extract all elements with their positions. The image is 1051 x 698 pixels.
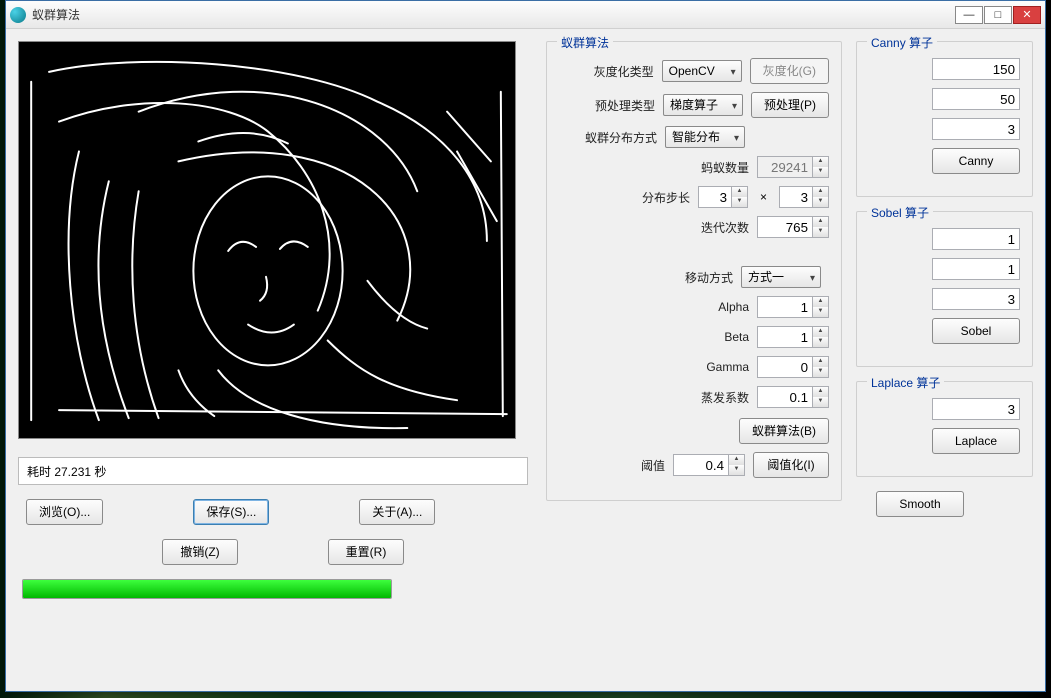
alpha-input[interactable]	[757, 296, 813, 318]
iter-input[interactable]	[757, 216, 813, 238]
evap-label: 蒸发系数	[679, 389, 749, 406]
sobel-param2-input[interactable]	[932, 258, 1020, 280]
sobel-param1-input[interactable]	[932, 228, 1020, 250]
canny-param3-input[interactable]	[932, 118, 1020, 140]
reset-button[interactable]: 重置(R)	[328, 539, 404, 565]
ant-colony-legend: 蚁群算法	[557, 34, 613, 51]
app-icon	[10, 7, 26, 23]
preprocess-button[interactable]: 预处理(P)	[751, 92, 829, 118]
step-x-input[interactable]	[698, 186, 732, 208]
laplace-button[interactable]: Laplace	[932, 428, 1020, 454]
iter-label: 迭代次数	[679, 219, 749, 236]
threshold-spinner[interactable]: ▲▼	[729, 454, 745, 476]
main-window: 蚁群算法 — □ ✕	[5, 0, 1046, 692]
sobel-groupbox: Sobel 算子 Sobel	[856, 211, 1033, 367]
run-ant-colony-button[interactable]: 蚁群算法(B)	[739, 418, 829, 444]
pre-type-label: 预处理类型	[585, 97, 655, 114]
progress-fill	[23, 580, 391, 598]
ant-count-label: 蚂蚁数量	[679, 159, 749, 176]
step-label: 分布步长	[620, 189, 690, 206]
gray-button[interactable]: 灰度化(G)	[750, 58, 829, 84]
laplace-param1-input[interactable]	[932, 398, 1020, 420]
save-button[interactable]: 保存(S)...	[193, 499, 269, 525]
canny-button[interactable]: Canny	[932, 148, 1020, 174]
threshold-label: 阈值	[595, 457, 665, 474]
minimize-button[interactable]: —	[955, 6, 983, 24]
canny-legend: Canny 算子	[867, 34, 937, 51]
sobel-param3-input[interactable]	[932, 288, 1020, 310]
gray-type-combo[interactable]: OpenCV	[662, 60, 742, 82]
progress-bar	[22, 579, 392, 599]
threshold-button[interactable]: 阈值化(I)	[753, 452, 829, 478]
canny-groupbox: Canny 算子 Canny	[856, 41, 1033, 197]
alpha-label: Alpha	[679, 300, 749, 314]
sobel-button[interactable]: Sobel	[932, 318, 1020, 344]
laplace-legend: Laplace 算子	[867, 374, 944, 391]
gamma-label: Gamma	[679, 360, 749, 374]
browse-button[interactable]: 浏览(O)...	[26, 499, 103, 525]
window-title: 蚁群算法	[32, 6, 955, 23]
beta-label: Beta	[679, 330, 749, 344]
sobel-legend: Sobel 算子	[867, 204, 933, 221]
evap-input[interactable]	[757, 386, 813, 408]
threshold-input[interactable]	[673, 454, 729, 476]
canny-param1-input[interactable]	[932, 58, 1020, 80]
canny-param2-input[interactable]	[932, 88, 1020, 110]
step-y-spinner[interactable]: ▲▼	[813, 186, 829, 208]
move-label: 移动方式	[663, 269, 733, 286]
about-button[interactable]: 关于(A)...	[359, 499, 435, 525]
move-combo[interactable]: 方式一	[741, 266, 821, 288]
ant-count-input	[757, 156, 813, 178]
titlebar[interactable]: 蚁群算法 — □ ✕	[6, 1, 1045, 29]
beta-input[interactable]	[757, 326, 813, 348]
edge-detection-image	[19, 42, 515, 438]
iter-spinner[interactable]: ▲▼	[813, 216, 829, 238]
dist-label: 蚁群分布方式	[585, 129, 657, 146]
image-preview	[18, 41, 516, 439]
alpha-spinner[interactable]: ▲▼	[813, 296, 829, 318]
ant-count-spinner[interactable]: ▲▼	[813, 156, 829, 178]
ant-colony-groupbox: 蚁群算法 灰度化类型 OpenCV 灰度化(G) 预处理类型 梯度算子 预处理(…	[546, 41, 842, 501]
step-y-input[interactable]	[779, 186, 813, 208]
gray-type-label: 灰度化类型	[584, 63, 654, 80]
beta-spinner[interactable]: ▲▼	[813, 326, 829, 348]
undo-button[interactable]: 撤销(Z)	[162, 539, 238, 565]
pre-type-combo[interactable]: 梯度算子	[663, 94, 743, 116]
laplace-groupbox: Laplace 算子 Laplace	[856, 381, 1033, 477]
evap-spinner[interactable]: ▲▼	[813, 386, 829, 408]
maximize-button[interactable]: □	[984, 6, 1012, 24]
step-x-spinner[interactable]: ▲▼	[732, 186, 748, 208]
gamma-input[interactable]	[757, 356, 813, 378]
status-text: 耗时 27.231 秒	[18, 457, 528, 485]
gamma-spinner[interactable]: ▲▼	[813, 356, 829, 378]
multiply-icon: ×	[760, 186, 767, 208]
dist-combo[interactable]: 智能分布	[665, 126, 745, 148]
smooth-button[interactable]: Smooth	[876, 491, 964, 517]
close-button[interactable]: ✕	[1013, 6, 1041, 24]
